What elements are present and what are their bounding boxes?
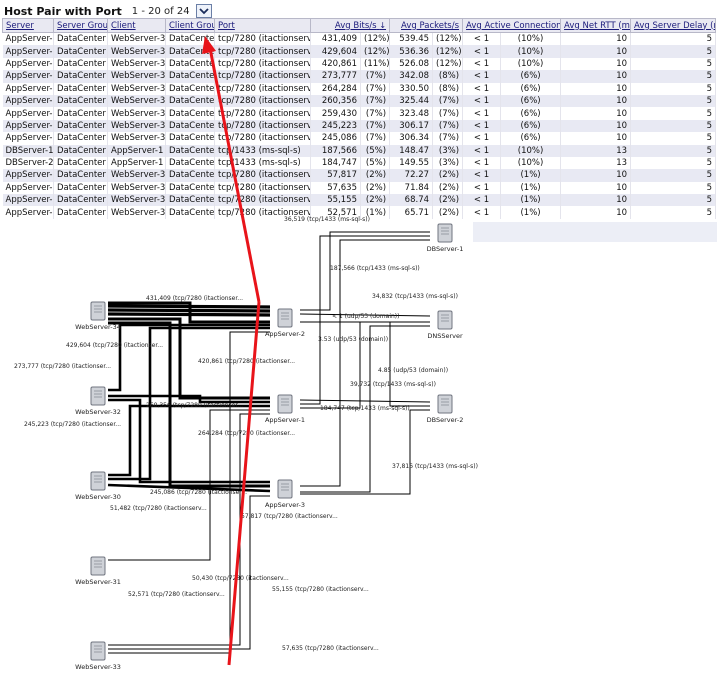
edge-label: 431,409 (tcp/7280 (itactionser... <box>146 295 243 302</box>
node-label: WebServer-34 <box>75 323 121 331</box>
edge-label: 57,817 (tcp/7280 (itactionserv... <box>241 513 338 520</box>
node-label: AppServer-1 <box>265 416 305 424</box>
server-icon <box>437 310 453 330</box>
annotation-arrow-lower <box>227 301 261 666</box>
node-webserver32[interactable]: WebServer-32 <box>75 386 121 416</box>
diagram-edge-labels: 36,519 (tcp/1433 (ms-sql-s)) 187,566 (tcp… <box>14 216 478 652</box>
server-icon <box>90 641 106 661</box>
annotation-arrowhead <box>202 36 216 54</box>
edge-label: 57,635 (tcp/7280 (itactionserv... <box>282 645 379 652</box>
server-icon <box>277 479 293 499</box>
node-webserver31[interactable]: WebServer-31 <box>75 556 121 586</box>
server-icon <box>90 301 106 321</box>
edge-label: 36,519 (tcp/1433 (ms-sql-s)) <box>284 216 370 223</box>
node-label: DNSServer <box>427 332 463 340</box>
node-appserver1[interactable]: AppServer-1 <box>265 394 305 424</box>
edge-label: 52,571 (tcp/7280 (itactionserv... <box>128 591 225 598</box>
edge-label: 187,566 (tcp/1433 (ms-sql-s)) <box>330 265 420 272</box>
node-label: DBServer-1 <box>427 245 464 253</box>
node-webserver33[interactable]: WebServer-33 <box>75 641 121 671</box>
node-dbserver1[interactable]: DBServer-1 <box>427 223 464 253</box>
edge-label: 34,832 (tcp/1433 (ms-sql-s)) <box>372 293 458 300</box>
edge-label: 420,861 (tcp/7280 (itactionser... <box>198 358 295 365</box>
edge-label: 39,732 (tcp/1433 (ms-sql-s)) <box>350 381 436 388</box>
edge-line <box>300 235 430 405</box>
annotation-arrow-upper <box>208 47 261 303</box>
server-icon <box>277 394 293 414</box>
node-label: WebServer-32 <box>75 408 121 416</box>
node-appserver3[interactable]: AppServer-3 <box>265 479 305 509</box>
edge-label: 37,816 (tcp/1433 (ms-sql-s)) <box>392 463 478 470</box>
node-label: AppServer-2 <box>265 330 305 338</box>
edge-label: 245,086 (tcp/7280 (itactionser... <box>150 489 247 496</box>
server-icon <box>90 386 106 406</box>
edge-label: 273,777 (tcp/7280 (itactionser... <box>14 363 111 370</box>
edge-label: 4.85 (udp/53 (domain)) <box>378 367 448 374</box>
edge-label: 55,155 (tcp/7280 (itactionserv... <box>272 586 369 593</box>
server-icon <box>90 556 106 576</box>
edge-label: 429,604 (tcp/7280 (itactionser... <box>66 342 163 349</box>
server-icon <box>437 223 453 243</box>
edge-label: 50,430 (tcp/7280 (itactionserv... <box>192 575 289 582</box>
server-icon <box>437 394 453 414</box>
node-label: DBServer-2 <box>427 416 464 424</box>
edge-label: 184,747 (tcp/1433 (ms-sql-s)) <box>320 405 410 412</box>
edge-label: 3.53 (udp/53 (domain)) <box>318 336 388 343</box>
edge-label: 260,356 (tcp/7280 (itactionser... <box>146 402 243 409</box>
server-icon <box>277 308 293 328</box>
edge-line <box>300 409 430 495</box>
host-pair-diagram: WebServer-34 WebServer-32 WebServer-30 WebS… <box>14 36 478 671</box>
node-label: WebServer-30 <box>75 493 121 501</box>
node-appserver2[interactable]: AppServer-2 <box>265 308 305 338</box>
node-dbserver2[interactable]: DBServer-2 <box>427 394 464 424</box>
diagram-nodes: WebServer-34 WebServer-32 WebServer-30 WebS… <box>75 223 464 671</box>
server-icon <box>90 471 106 491</box>
node-label: AppServer-3 <box>265 501 305 509</box>
edge-label: 245,223 (tcp/7280 (itactionser... <box>24 421 121 428</box>
edge-label: < 1 (udp/53 (domain)) <box>332 313 399 320</box>
node-label: WebServer-33 <box>75 663 121 671</box>
edge-label: 51,482 (tcp/7280 (itactionserv... <box>110 505 207 512</box>
node-dnsserver[interactable]: DNSServer <box>427 310 463 340</box>
node-label: WebServer-31 <box>75 578 121 586</box>
